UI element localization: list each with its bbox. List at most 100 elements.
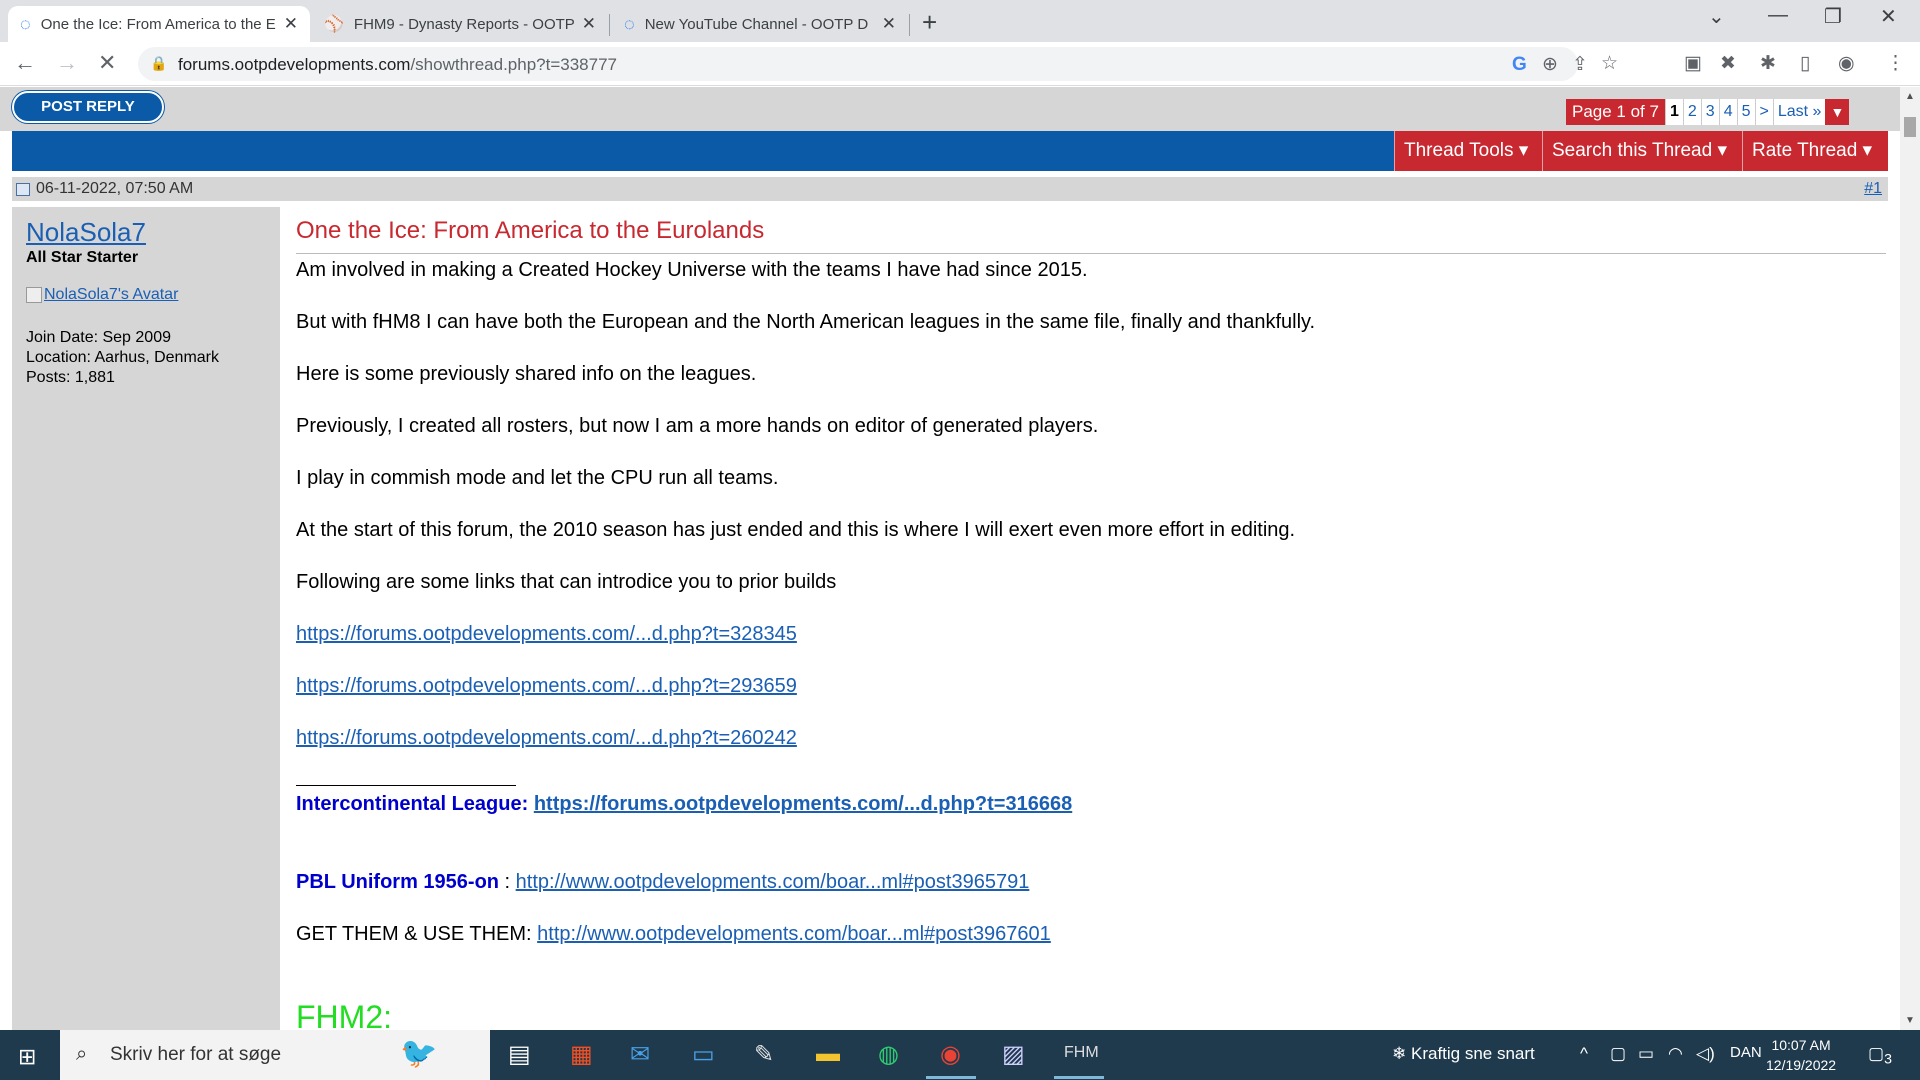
- address-bar[interactable]: 🔒 forums.ootpdevelopments.com/showthread…: [138, 47, 1618, 81]
- signature-pbl: PBL Uniform 1956-on : http://www.ootpdev…: [296, 871, 1030, 893]
- bookmark-star-icon[interactable]: ☆: [1601, 52, 1618, 75]
- search-thread-menu[interactable]: Search this Thread ▾: [1542, 131, 1742, 171]
- extension-x-icon[interactable]: ✖: [1720, 52, 1736, 75]
- tab-strip: ◌ One the Ice: From America to the Eurol…: [0, 0, 1920, 42]
- post-paragraph: At the start of this forum, the 2010 sea…: [296, 519, 1296, 541]
- page-link-5[interactable]: 5: [1736, 99, 1755, 125]
- signature-get: GET THEM & USE THEM: http://www.ootpdeve…: [296, 923, 1051, 945]
- paint-icon[interactable]: ✎: [754, 1040, 774, 1069]
- post-reply-button[interactable]: POST REPLY: [12, 91, 164, 123]
- post-paragraph: Following are some links that can introd…: [296, 571, 837, 593]
- page-link-2[interactable]: 2: [1682, 99, 1701, 125]
- restore-icon[interactable]: ❐: [1824, 4, 1842, 29]
- windows-start-icon[interactable]: ⊞: [18, 1044, 36, 1070]
- google-translate-icon[interactable]: G: [1512, 54, 1527, 76]
- battery-icon[interactable]: ▭: [1638, 1044, 1654, 1064]
- page-link-1[interactable]: 1: [1664, 99, 1683, 125]
- rate-thread-menu[interactable]: Rate Thread ▾: [1742, 131, 1888, 171]
- notifications-icon[interactable]: ▢3: [1868, 1044, 1892, 1067]
- username-link[interactable]: NolaSola7: [26, 217, 146, 248]
- tray-chevron-icon[interactable]: ^: [1580, 1044, 1588, 1064]
- post-number-link[interactable]: #1: [1864, 180, 1882, 198]
- clock-date: 12/19/2022: [1766, 1057, 1837, 1073]
- zoom-icon[interactable]: ⊕: [1542, 53, 1558, 76]
- tab-fhm9[interactable]: ⚾ FHM9 - Dynasty Reports - OOTP ✕: [312, 6, 608, 42]
- file-explorer-icon[interactable]: ▬: [816, 1040, 840, 1068]
- post-paragraph: Am involved in making a Created Hockey U…: [296, 259, 1088, 281]
- search-placeholder: Skriv her for at søge: [110, 1044, 282, 1065]
- get-link[interactable]: http://www.ootpdevelopments.com/boar...m…: [537, 923, 1051, 945]
- outlook-icon[interactable]: ▭: [692, 1040, 715, 1069]
- mail-icon[interactable]: ✉: [630, 1040, 650, 1069]
- editor-app-icon[interactable]: ▨: [1002, 1040, 1025, 1069]
- intercontinental-link[interactable]: https://forums.ootpdevelopments.com/...d…: [534, 793, 1072, 815]
- pbl-link[interactable]: http://www.ootpdevelopments.com/boar...m…: [516, 871, 1030, 893]
- store-icon[interactable]: ▦: [570, 1040, 593, 1069]
- post-link[interactable]: https://forums.ootpdevelopments.com/...d…: [296, 675, 797, 698]
- stop-loading-icon[interactable]: ✕: [98, 50, 116, 76]
- snowflake-icon: ❄: [1392, 1044, 1407, 1063]
- notification-count: 3: [1884, 1051, 1892, 1068]
- weather-widget[interactable]: ❄ Kraftig sne snart: [1392, 1044, 1535, 1064]
- windows-taskbar: ⊞ ⌕ Skriv her for at søge 🐦 ▤ ▦ ✉ ▭ ✎ ▬ …: [0, 1030, 1920, 1080]
- post-title: One the Ice: From America to the Eurolan…: [296, 217, 765, 244]
- side-panel-icon[interactable]: ▯: [1800, 52, 1810, 75]
- menu-kebab-icon[interactable]: ⋮: [1886, 52, 1905, 75]
- tab-active[interactable]: ◌ One the Ice: From America to the Eurol…: [8, 6, 310, 42]
- post-status-icon: [16, 183, 30, 196]
- scroll-up-icon[interactable]: ▲: [1905, 91, 1915, 102]
- join-date: Join Date: Sep 2009: [26, 329, 171, 346]
- puzzle-icon[interactable]: ✱: [1760, 52, 1776, 75]
- pagination: Page 1 of 7 1 2 3 4 5 > Last » ▼: [1566, 99, 1850, 125]
- page-jump-arrow-icon[interactable]: ▼: [1825, 99, 1850, 125]
- page-scrollbar[interactable]: ▲ ▼: [1900, 87, 1920, 1030]
- forward-arrow-icon[interactable]: →: [56, 50, 78, 76]
- user-panel: NolaSola7 All Star Starter NolaSola7's A…: [12, 207, 280, 1030]
- tab-separator: [909, 14, 910, 36]
- meet-icon[interactable]: ▢: [1610, 1044, 1626, 1064]
- signature-intercontinental: Intercontinental League: https://forums.…: [296, 793, 1073, 815]
- post-body: One the Ice: From America to the Eurolan…: [282, 207, 1888, 1030]
- back-arrow-icon[interactable]: ←: [14, 50, 36, 76]
- profile-avatar-icon[interactable]: ◉: [1838, 52, 1855, 75]
- network-icon[interactable]: ◠: [1668, 1044, 1683, 1064]
- scroll-down-icon[interactable]: ▼: [1905, 1015, 1915, 1026]
- tab-youtube[interactable]: ◌ New YouTube Channel - OOTP D ✕: [612, 6, 908, 42]
- page-link-3[interactable]: 3: [1700, 99, 1719, 125]
- close-tab-icon[interactable]: ✕: [284, 14, 298, 34]
- post-link[interactable]: https://forums.ootpdevelopments.com/...d…: [296, 623, 797, 646]
- tab-search-icon[interactable]: ⌄: [1708, 4, 1725, 29]
- fhm-app-icon[interactable]: FHM: [1064, 1044, 1099, 1062]
- chrome-icon[interactable]: ◉: [940, 1040, 961, 1069]
- title-divider: [296, 253, 1886, 254]
- page-next[interactable]: >: [1754, 99, 1773, 125]
- post-link[interactable]: https://forums.ootpdevelopments.com/...d…: [296, 727, 797, 750]
- page-link-4[interactable]: 4: [1718, 99, 1737, 125]
- avatar[interactable]: NolaSola7's Avatar: [26, 286, 178, 304]
- extension-icon[interactable]: ▣: [1684, 52, 1702, 75]
- loading-spinner-icon: ◌: [624, 13, 635, 34]
- language-indicator[interactable]: DAN: [1730, 1044, 1762, 1061]
- share-icon[interactable]: ⇪: [1572, 53, 1588, 76]
- web-page: POST REPLY Page 1 of 7 1 2 3 4 5 > Last …: [0, 87, 1900, 1030]
- ootp-favicon-icon: ⚾: [324, 16, 344, 33]
- system-clock[interactable]: 10:07 AM 12/19/2022: [1766, 1035, 1836, 1075]
- close-tab-icon[interactable]: ✕: [882, 14, 896, 34]
- page-label: Page 1 of 7: [1566, 99, 1665, 125]
- task-view-icon[interactable]: ▤: [508, 1040, 531, 1069]
- close-window-icon[interactable]: ✕: [1880, 4, 1897, 29]
- volume-icon[interactable]: ◁): [1696, 1044, 1715, 1064]
- minimize-icon[interactable]: —: [1768, 4, 1788, 27]
- scroll-thumb[interactable]: [1904, 117, 1916, 137]
- search-icon: ⌕: [76, 1043, 88, 1065]
- page-last[interactable]: Last »: [1772, 99, 1826, 125]
- taskbar-search[interactable]: ⌕ Skriv her for at søge 🐦: [60, 1030, 490, 1080]
- thread-tools-menu[interactable]: Thread Tools ▾: [1394, 131, 1542, 171]
- running-app-indicator: [1054, 1076, 1104, 1079]
- tab-title: FHM9 - Dynasty Reports - OOTP: [353, 15, 574, 33]
- close-tab-icon[interactable]: ✕: [582, 14, 596, 34]
- active-app-indicator: [926, 1076, 976, 1079]
- loading-spinner-icon: ◌: [20, 13, 31, 34]
- edge-icon[interactable]: ◍: [878, 1040, 899, 1069]
- new-tab-button[interactable]: +: [922, 7, 937, 38]
